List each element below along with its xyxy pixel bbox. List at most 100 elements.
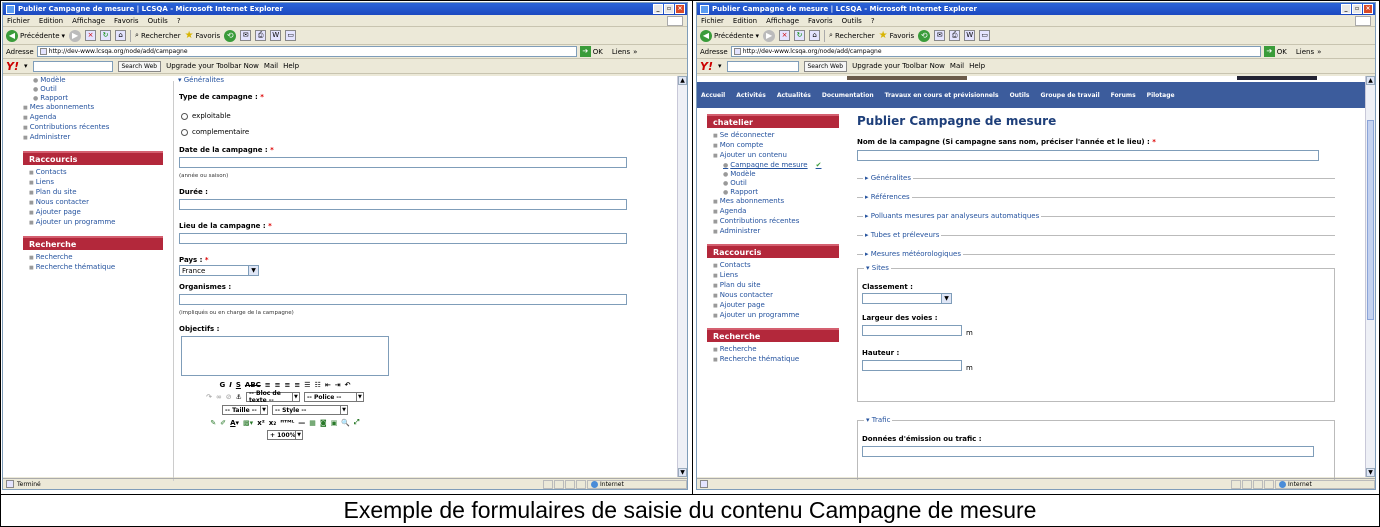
sidebar-item-nous-contacter[interactable]: ■ Nous contacter bbox=[713, 291, 839, 301]
yahoo-logo-icon[interactable]: Y! bbox=[700, 60, 713, 73]
vertical-scrollbar[interactable]: ▲ ▼ bbox=[1365, 76, 1375, 477]
menu-affichage[interactable]: Affichage bbox=[766, 17, 799, 25]
yahoo-search-input[interactable] bbox=[32, 60, 113, 72]
history-icon[interactable]: ⟲ bbox=[224, 29, 237, 42]
sidebar-item-ajouter-un-contenu[interactable]: ■ Ajouter un contenu bbox=[713, 151, 839, 161]
media-icon[interactable]: ▣ bbox=[331, 419, 338, 427]
chevron-down-icon[interactable]: ▼ bbox=[355, 393, 363, 401]
collapsed-fieldset-mesures-meteorologiques[interactable]: ▸ Mesures météorologiques bbox=[857, 250, 1335, 258]
sidebar-item-plan-du-site[interactable]: ■ Plan du site bbox=[713, 281, 839, 291]
italic-icon[interactable]: I bbox=[229, 381, 232, 389]
number-list-icon[interactable]: ☷ bbox=[315, 381, 321, 389]
sidebar-item-mes-abonnements[interactable]: ■ Mes abonnements bbox=[23, 103, 163, 113]
scroll-up-icon[interactable]: ▲ bbox=[678, 76, 687, 85]
nav-item-groupe-de-travail[interactable]: Groupe de travail bbox=[1041, 92, 1100, 99]
sidebar-item-agenda[interactable]: ■ Agenda bbox=[713, 207, 839, 217]
vertical-scrollbar[interactable]: ▲ ▼ bbox=[677, 76, 687, 477]
highlight-icon[interactable]: ✐ bbox=[220, 419, 226, 427]
sidebar-item-outil[interactable]: ● Outil bbox=[713, 179, 839, 188]
print-icon[interactable]: ⎙ bbox=[255, 30, 267, 41]
sidebar-item-contributions-recentes[interactable]: ■ Contributions récentes bbox=[23, 123, 163, 133]
radio-circle-icon[interactable] bbox=[181, 112, 188, 120]
yahoo-mail-button[interactable]: Mail bbox=[950, 62, 964, 70]
police-select[interactable]: -- Police -- ▼ bbox=[303, 392, 364, 402]
unlink-icon[interactable]: ⊘ bbox=[226, 393, 232, 401]
chevron-down-icon[interactable]: ▼ bbox=[248, 266, 258, 275]
objectifs-textarea[interactable] bbox=[181, 336, 389, 376]
date-input[interactable] bbox=[179, 157, 627, 168]
duree-input[interactable] bbox=[179, 199, 627, 210]
sidebar-item-recherche[interactable]: ■ Recherche bbox=[713, 345, 839, 355]
home-icon[interactable]: ⌂ bbox=[115, 30, 127, 41]
yahoo-search-button[interactable]: Search Web bbox=[803, 60, 848, 72]
sidebar-item-ajouter-page[interactable]: ■ Ajouter page bbox=[29, 208, 163, 218]
print-icon[interactable]: ⎙ bbox=[949, 30, 961, 41]
yahoo-menu-arrow-icon[interactable]: ▾ bbox=[718, 62, 722, 70]
bullet-list-icon[interactable]: ☰ bbox=[304, 381, 310, 389]
scroll-down-icon[interactable]: ▼ bbox=[678, 468, 687, 477]
nav-item-outils[interactable]: Outils bbox=[1010, 92, 1030, 99]
menu-favoris[interactable]: Favoris bbox=[808, 17, 833, 25]
align-center-icon[interactable]: ≡ bbox=[275, 381, 281, 389]
nav-item-actualites[interactable]: Actualités bbox=[777, 92, 811, 99]
sidebar-item-plan-du-site[interactable]: ■ Plan du site bbox=[29, 188, 163, 198]
menu-fichier[interactable]: Fichier bbox=[701, 17, 724, 25]
anchor-icon[interactable]: ⚓ bbox=[236, 393, 242, 401]
chevron-down-icon[interactable]: ▼ bbox=[340, 406, 347, 414]
chevron-down-icon[interactable]: ▼ bbox=[291, 393, 299, 401]
hr-icon[interactable]: — bbox=[298, 419, 305, 427]
chevron-down-icon[interactable]: ▼ bbox=[295, 431, 302, 439]
nav-item-accueil[interactable]: Accueil bbox=[701, 92, 725, 99]
sidebar-item-contacts[interactable]: ■ Contacts bbox=[29, 168, 163, 178]
strike-icon[interactable]: ABC bbox=[245, 381, 261, 389]
yahoo-help-button[interactable]: Help bbox=[969, 62, 985, 70]
text-color-icon[interactable]: ✎ bbox=[210, 419, 216, 427]
sidebar-item-contacts[interactable]: ■ Contacts bbox=[713, 261, 839, 271]
bloc-select[interactable]: -- Bloc de texte -- ▼ bbox=[245, 390, 300, 404]
sidebar-item-nous-contacter[interactable]: ■ Nous contacter bbox=[29, 198, 163, 208]
history-icon[interactable]: ⟲ bbox=[918, 29, 931, 42]
nav-item-documentation[interactable]: Documentation bbox=[822, 92, 874, 99]
yahoo-mail-button[interactable]: Mail bbox=[264, 62, 278, 70]
sidebar-item-campagne-de-mesure[interactable]: ● Campagne de mesure ✔ bbox=[713, 161, 839, 170]
favorites-button[interactable]: ★ Favoris bbox=[879, 30, 915, 41]
links-chevron-icon[interactable]: » bbox=[633, 48, 637, 56]
sidebar-item-administrer[interactable]: ■ Administrer bbox=[713, 227, 839, 237]
sidebar-item-liens[interactable]: ■ Liens bbox=[29, 178, 163, 188]
favorites-button[interactable]: ★ Favoris bbox=[185, 30, 221, 41]
menu-favoris[interactable]: Favoris bbox=[114, 17, 139, 25]
sidebar-item-outil[interactable]: ● Outil bbox=[23, 85, 163, 94]
sidebar-item-se-deconnecter[interactable]: ■ Se déconnecter bbox=[713, 131, 839, 141]
find-icon[interactable]: 🔍 bbox=[341, 419, 350, 427]
maximize-button[interactable]: ▫ bbox=[1352, 4, 1362, 14]
sidebar-item-ajouter-page[interactable]: ■ Ajouter page bbox=[713, 301, 839, 311]
sidebar-item-mes-abonnements[interactable]: ■ Mes abonnements bbox=[713, 197, 839, 207]
yahoo-upgrade-link[interactable]: Upgrade your Toolbar Now bbox=[852, 62, 945, 70]
subscript-icon[interactable]: x² bbox=[257, 419, 265, 427]
taille-select[interactable]: -- Taille -- ▼ bbox=[222, 405, 268, 415]
fullscreen-icon[interactable]: ⤢ bbox=[354, 418, 360, 427]
scroll-thumb[interactable] bbox=[1367, 120, 1374, 320]
yahoo-upgrade-link[interactable]: Upgrade your Toolbar Now bbox=[166, 62, 259, 70]
nav-item-pilotage[interactable]: Pilotage bbox=[1147, 92, 1175, 99]
folder-icon[interactable]: ▭ bbox=[979, 30, 991, 41]
mail-icon[interactable]: ✉ bbox=[934, 30, 946, 41]
collapsed-fieldset-tubes-et-preleveurs[interactable]: ▸ Tubes et préleveurs bbox=[857, 231, 1335, 239]
scroll-down-icon[interactable]: ▼ bbox=[1366, 468, 1375, 477]
sidebar-item-rapport[interactable]: ● Rapport bbox=[713, 188, 839, 197]
yahoo-search-button[interactable]: Search Web bbox=[117, 60, 162, 72]
bg-color-icon[interactable]: ▩▾ bbox=[243, 419, 253, 427]
collapsed-fieldset-references[interactable]: ▸ Références bbox=[857, 193, 1335, 201]
justify-icon[interactable]: ≡ bbox=[294, 381, 300, 389]
yahoo-menu-arrow-icon[interactable]: ▾ bbox=[24, 62, 28, 70]
indent-icon[interactable]: ⇥ bbox=[335, 381, 341, 389]
underline-icon[interactable]: S bbox=[236, 381, 241, 389]
nom-input[interactable] bbox=[857, 150, 1319, 161]
pays-select[interactable]: France ▼ bbox=[179, 265, 259, 276]
style-select[interactable]: -- Style -- ▼ bbox=[272, 405, 348, 415]
folder-icon[interactable]: ▭ bbox=[285, 30, 297, 41]
collapsed-fieldset-generalites[interactable]: ▸ Généralites bbox=[857, 174, 1335, 182]
collapsed-fieldset-legend[interactable]: ▸ Références bbox=[863, 193, 912, 201]
redo-icon[interactable]: ↷ bbox=[206, 393, 212, 401]
menu-help[interactable]: ? bbox=[177, 17, 181, 25]
